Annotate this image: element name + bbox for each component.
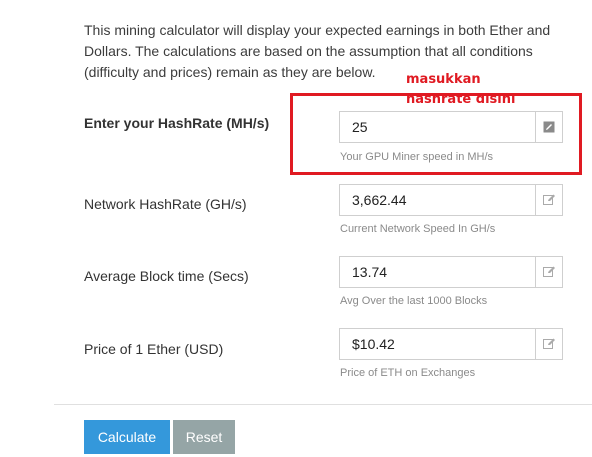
- edit-icon: [542, 266, 555, 277]
- hashrate-label: Enter your HashRate (MH/s): [84, 115, 270, 131]
- edit-icon: [542, 194, 555, 205]
- network-hashrate-edit-button[interactable]: [535, 185, 562, 215]
- network-hashrate-input[interactable]: [340, 185, 535, 215]
- block-time-label: Average Block time (Secs): [84, 268, 249, 284]
- block-time-input[interactable]: [340, 257, 535, 287]
- ether-price-help: Price of ETH on Exchanges: [340, 367, 476, 379]
- ether-price-edit-button[interactable]: [535, 329, 562, 359]
- divider: [54, 404, 592, 405]
- block-time-edit-button[interactable]: [535, 257, 562, 287]
- network-hashrate-label: Network HashRate (GH/s): [84, 196, 247, 212]
- block-time-field: [339, 256, 563, 288]
- network-hashrate-field: [339, 184, 563, 216]
- reset-button[interactable]: Reset: [173, 420, 235, 454]
- annotation-highlight-box: [290, 93, 582, 175]
- block-time-help: Avg Over the last 1000 Blocks: [340, 295, 488, 307]
- ether-price-label: Price of 1 Ether (USD): [84, 341, 224, 357]
- ether-price-field: [339, 328, 563, 360]
- annotation-line-1: masukkan: [406, 72, 481, 87]
- edit-icon: [542, 338, 555, 349]
- ether-price-input[interactable]: [340, 329, 535, 359]
- calculate-button[interactable]: Calculate: [84, 420, 170, 454]
- network-hashrate-help: Current Network Speed In GH/s: [340, 223, 496, 235]
